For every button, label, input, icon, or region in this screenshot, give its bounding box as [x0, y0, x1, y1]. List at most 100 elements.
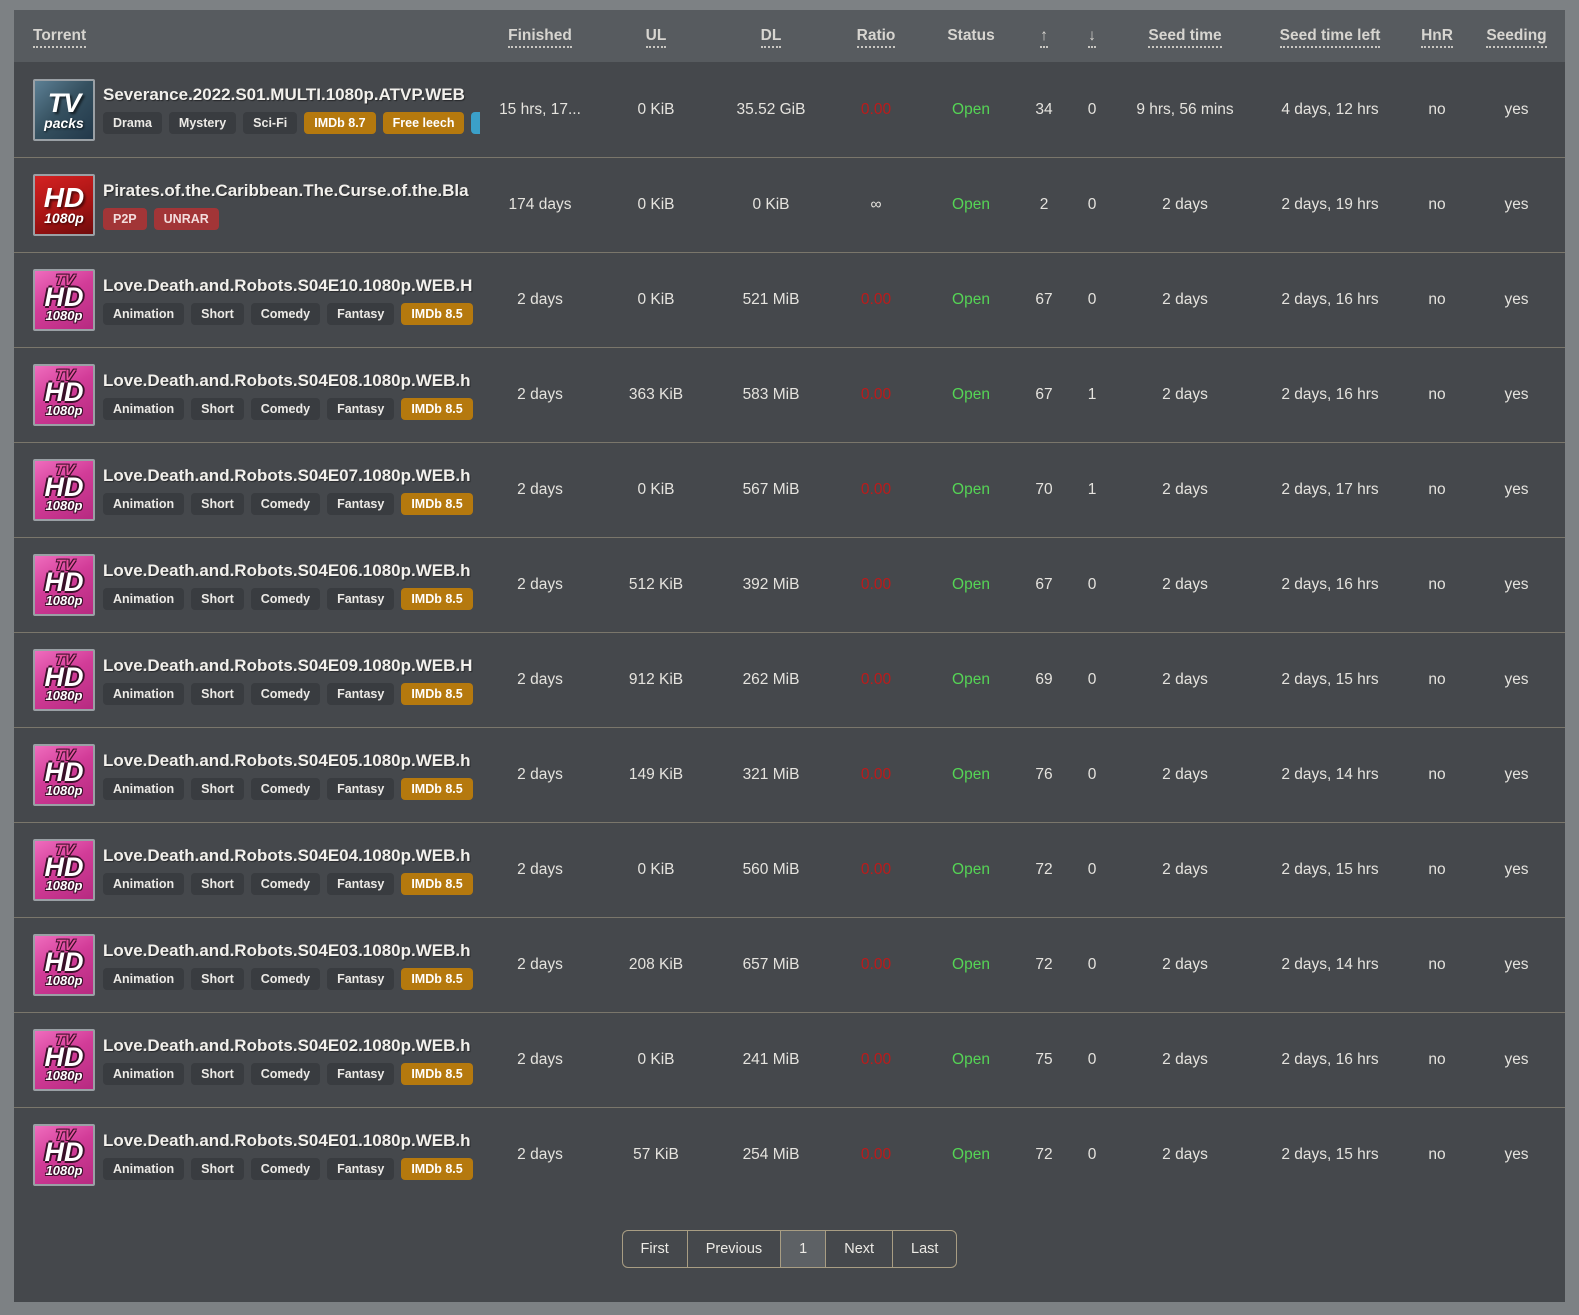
column-header-label[interactable]: ↑: [1040, 27, 1048, 48]
tag-list: AnimationShortComedyFantasyIMDb 8.5: [103, 1158, 480, 1180]
page-button-1[interactable]: 1: [780, 1230, 826, 1268]
torrent-title[interactable]: Love.Death.and.Robots.S04E08.1080p.WEB.h: [103, 371, 480, 391]
category-icon-tvhd1080p[interactable]: TVHD1080p: [33, 269, 95, 331]
cell-seeding: yes: [1468, 291, 1565, 309]
column-header-label[interactable]: HnR: [1421, 27, 1453, 48]
cell-seed-time-left: 2 days, 14 hrs: [1254, 766, 1406, 784]
table-row: TVHD1080p Love.Death.and.Robots.S04E09.1…: [14, 632, 1565, 727]
tag-genre: Sci-Fi: [243, 112, 297, 134]
column-header-label[interactable]: Finished: [508, 27, 572, 48]
column-header-hnr[interactable]: HnR: [1406, 27, 1468, 45]
category-icon-hd1080p[interactable]: HD1080p: [33, 174, 95, 236]
category-icon-tvhd1080p[interactable]: TVHD1080p: [33, 934, 95, 996]
page-button-previous[interactable]: Previous: [687, 1230, 781, 1268]
torrent-title[interactable]: Love.Death.and.Robots.S04E01.1080p.WEB.h: [103, 1131, 480, 1151]
category-icon-tvhd1080p[interactable]: TVHD1080p: [33, 649, 95, 711]
torrent-info: Love.Death.and.Robots.S04E01.1080p.WEB.h…: [103, 1131, 480, 1180]
tag-genre: Fantasy: [327, 683, 394, 705]
page-button-next[interactable]: Next: [825, 1230, 893, 1268]
cell-hnr: no: [1406, 196, 1468, 214]
column-header-dl[interactable]: DL: [712, 27, 830, 45]
torrent-info: Love.Death.and.Robots.S04E10.1080p.WEB.H…: [103, 276, 480, 325]
cell-download: 321 MiB: [712, 766, 830, 784]
cell-ratio: 0.00: [830, 576, 922, 594]
table-row: HD1080p Pirates.of.the.Caribbean.The.Cur…: [14, 157, 1565, 252]
column-header-label[interactable]: Ratio: [857, 27, 896, 48]
torrent-table-panel: Torrent Finished UL DL Ratio Status ↑ ↓ Seed tim…: [14, 10, 1565, 1302]
column-header-label[interactable]: Seed time left: [1280, 27, 1381, 48]
tag-genre: Fantasy: [327, 588, 394, 610]
cell-leechers: 0: [1068, 861, 1116, 879]
column-header-label[interactable]: ↓: [1088, 27, 1096, 48]
column-header-up[interactable]: ↑: [1020, 27, 1068, 45]
cell-upload: 0 KiB: [600, 861, 712, 879]
category-icon-tvhd1080p[interactable]: TVHD1080p: [33, 1124, 95, 1186]
cell-download: 0 KiB: [712, 196, 830, 214]
tag-imdb: IMDb 8.7: [304, 112, 375, 134]
category-icon-tvhd1080p[interactable]: TVHD1080p: [33, 554, 95, 616]
column-header-finished[interactable]: Finished: [480, 27, 600, 45]
torrent-title[interactable]: Love.Death.and.Robots.S04E04.1080p.WEB.h: [103, 846, 480, 866]
column-header-label[interactable]: Torrent: [33, 27, 86, 48]
page-button-first[interactable]: First: [622, 1230, 688, 1268]
cell-hnr: no: [1406, 1146, 1468, 1164]
tag-imdb: IMDb 8.5: [401, 1063, 472, 1085]
category-icon-tvhd1080p[interactable]: TVHD1080p: [33, 839, 95, 901]
column-header-seeding[interactable]: Seeding: [1468, 27, 1565, 45]
column-header-label[interactable]: DL: [761, 27, 782, 48]
torrent-title[interactable]: Love.Death.and.Robots.S04E05.1080p.WEB.h: [103, 751, 480, 771]
category-icon-tvhd1080p[interactable]: TVHD1080p: [33, 459, 95, 521]
tag-genre: Animation: [103, 873, 184, 895]
tag-imdb: IMDb 8.5: [401, 1158, 472, 1180]
column-header-torrent[interactable]: Torrent: [14, 27, 480, 45]
cell-ratio: 0.00: [830, 861, 922, 879]
tag-genre: Comedy: [251, 398, 320, 420]
tag-imdb: IMDb 8.5: [401, 873, 472, 895]
column-header-down[interactable]: ↓: [1068, 27, 1116, 45]
category-icon-tvhd1080p[interactable]: TVHD1080p: [33, 744, 95, 806]
tag-genre: Fantasy: [327, 873, 394, 895]
column-header-label[interactable]: Status: [947, 27, 994, 44]
cell-seed-time: 2 days: [1116, 386, 1254, 404]
cell-status: Open: [922, 481, 1020, 499]
cell-download: 254 MiB: [712, 1146, 830, 1164]
torrent-title[interactable]: Love.Death.and.Robots.S04E06.1080p.WEB.h: [103, 561, 480, 581]
cell-hnr: no: [1406, 291, 1468, 309]
pagination: FirstPrevious1NextLast: [14, 1202, 1565, 1302]
tag-genre: Short: [191, 873, 244, 895]
torrent-title[interactable]: Love.Death.and.Robots.S04E10.1080p.WEB.H: [103, 276, 480, 296]
tag-genre: Animation: [103, 1063, 184, 1085]
torrent-title[interactable]: Love.Death.and.Robots.S04E09.1080p.WEB.H: [103, 656, 480, 676]
column-header-ratio[interactable]: Ratio: [830, 27, 922, 45]
tag-pack: Pack: [471, 112, 480, 134]
category-icon-tvpacks[interactable]: TVpacks: [33, 79, 95, 141]
table-row: TVHD1080p Love.Death.and.Robots.S04E05.1…: [14, 727, 1565, 822]
column-header-status[interactable]: Status: [922, 27, 1020, 45]
torrent-title[interactable]: Love.Death.and.Robots.S04E07.1080p.WEB.h: [103, 466, 480, 486]
cell-seeders: 67: [1020, 386, 1068, 404]
cell-finished: 2 days: [480, 1051, 600, 1069]
tag-genre: Animation: [103, 778, 184, 800]
cell-status: Open: [922, 196, 1020, 214]
page-button-last[interactable]: Last: [892, 1230, 957, 1268]
column-header-ul[interactable]: UL: [600, 27, 712, 45]
column-header-seed_time[interactable]: Seed time: [1116, 27, 1254, 45]
torrent-title[interactable]: Love.Death.and.Robots.S04E03.1080p.WEB.h: [103, 941, 480, 961]
cell-upload: 912 KiB: [600, 671, 712, 689]
torrent-title[interactable]: Severance.2022.S01.MULTI.1080p.ATVP.WEB: [103, 85, 480, 105]
torrent-title[interactable]: Love.Death.and.Robots.S04E02.1080p.WEB.h: [103, 1036, 480, 1056]
cell-leechers: 0: [1068, 1146, 1116, 1164]
cell-hnr: no: [1406, 671, 1468, 689]
cell-upload: 0 KiB: [600, 101, 712, 119]
column-header-label[interactable]: UL: [646, 27, 667, 48]
pagination-group: FirstPrevious1NextLast: [622, 1230, 958, 1268]
category-icon-tvhd1080p[interactable]: TVHD1080p: [33, 1029, 95, 1091]
torrent-title[interactable]: Pirates.of.the.Caribbean.The.Curse.of.th…: [103, 181, 480, 201]
tag-genre: Fantasy: [327, 398, 394, 420]
column-header-seed_time_left[interactable]: Seed time left: [1254, 27, 1406, 45]
column-header-label[interactable]: Seed time: [1148, 27, 1221, 48]
cell-seeders: 76: [1020, 766, 1068, 784]
column-header-label[interactable]: Seeding: [1486, 27, 1546, 48]
category-icon-tvhd1080p[interactable]: TVHD1080p: [33, 364, 95, 426]
cell-seeding: yes: [1468, 1146, 1565, 1164]
